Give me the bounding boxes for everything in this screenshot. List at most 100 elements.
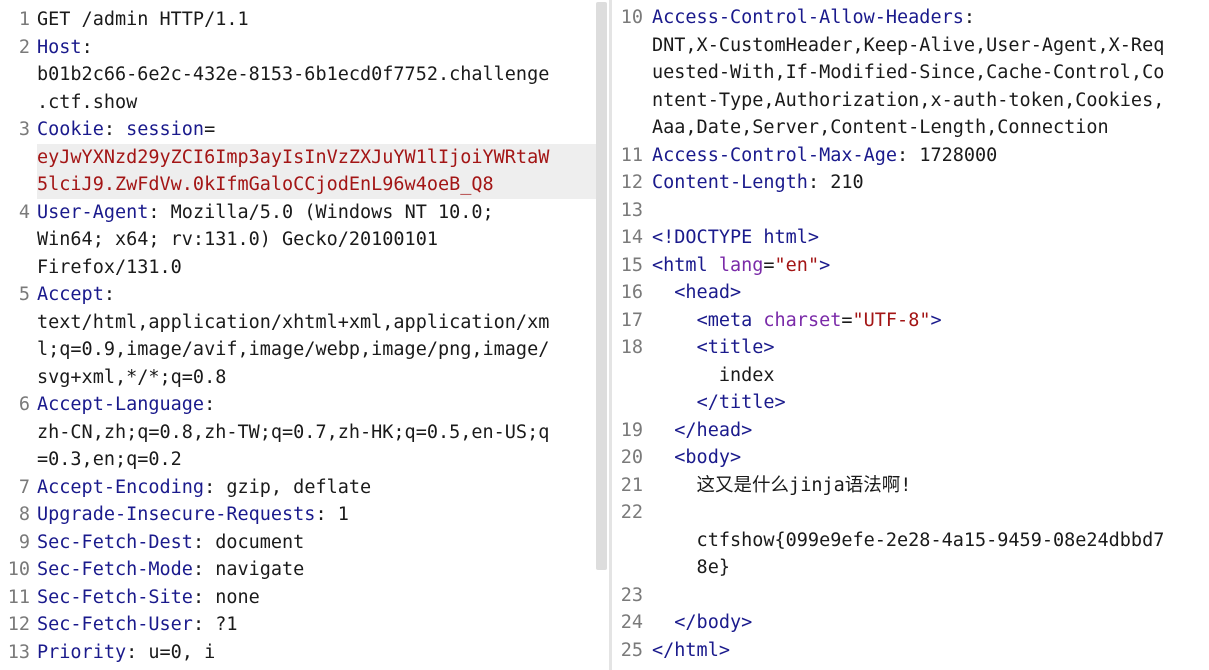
code-line[interactable]: <!DOCTYPE html>: [652, 224, 819, 252]
line-number: 8: [18, 504, 30, 525]
code-line[interactable]: svg+xml,*/*;q=0.8: [37, 364, 226, 392]
code-line[interactable]: Accept-Language:: [37, 391, 215, 419]
code-line[interactable]: <head>: [652, 279, 741, 307]
code-token: :: [81, 36, 93, 58]
code-line[interactable]: GET /admin HTTP/1.1: [37, 6, 249, 34]
code-line[interactable]: Priority: u=0, i: [37, 639, 215, 667]
header-name: Accept: [37, 284, 104, 305]
header-name: Accept-Encoding: [37, 476, 205, 498]
code-token: :: [963, 7, 976, 28]
code-line[interactable]: 5lciJ9.ZwFdVw.0kIfmGaloCCjodEnL96w4oeB_Q…: [37, 171, 596, 199]
code-line[interactable]: zh-CN,zh;q=0.8,zh-TW;q=0.7,zh-HK;q=0.5,e…: [37, 419, 549, 447]
code-line[interactable]: <title>: [652, 334, 775, 362]
line-number: 6: [18, 394, 30, 415]
line-number: 24: [620, 612, 643, 633]
code-token: b01b2c66-6e2c-432e-8153-6b1ecd0f7752.cha…: [37, 64, 550, 85]
code-line[interactable]: Upgrade-Insecure-Requests: 1: [37, 501, 349, 529]
code-token: DNT,X-CustomHeader,Keep-Alive,User-Agent…: [652, 34, 1165, 56]
header-name: Sec-Fetch-User: [37, 614, 193, 635]
code-line[interactable]: </html>: [652, 637, 730, 665]
code-line[interactable]: ctfshow{099e9efe-2e28-4a15-9459-08e24dbb…: [652, 527, 1165, 555]
line-number: 12: [7, 614, 30, 635]
code-line[interactable]: 8e}: [652, 554, 730, 582]
code-line[interactable]: </head>: [652, 417, 752, 445]
code-line[interactable]: Aaa,Date,Server,Content-Length,Connectio…: [652, 114, 1109, 142]
header-name: Accept-Language: [37, 394, 205, 415]
header-name: Upgrade-Insecure-Requests: [37, 504, 316, 525]
code-token: charset: [763, 309, 842, 331]
line-number: 9: [18, 531, 30, 553]
code-line[interactable]: .ctf.show: [37, 89, 137, 117]
code-line[interactable]: =0.3,en;q=0.2: [37, 446, 182, 474]
code-line[interactable]: Content-Length: 210: [652, 169, 864, 197]
code-line[interactable]: Accept-Encoding: gzip, deflate: [37, 474, 371, 502]
code-line[interactable]: index: [652, 362, 775, 390]
code-line[interactable]: Access-Control-Max-Age: 1728000: [652, 142, 997, 170]
code-line[interactable]: <meta charset="UTF-8">: [652, 307, 942, 335]
code-token: GET /admin HTTP/1.1: [37, 9, 249, 30]
code-token: svg+xml,*/*;q=0.8: [37, 366, 227, 388]
code-line[interactable]: <html lang="en">: [652, 252, 830, 280]
line-number: 5: [18, 284, 30, 305]
line-number: 2: [18, 36, 30, 58]
code-line[interactable]: Host:: [37, 34, 93, 62]
code-line[interactable]: 这又是什么jinja语法啊!: [652, 472, 912, 500]
code-line[interactable]: b01b2c66-6e2c-432e-8153-6b1ecd0f7752.cha…: [37, 61, 549, 89]
code-line[interactable]: </body>: [652, 609, 752, 637]
code-token: l;q=0.9,image/avif,image/webp,image/png,…: [37, 339, 550, 360]
code-line[interactable]: Accept:: [37, 281, 115, 309]
code-line[interactable]: eyJwYXNzd29yZCI6Imp3ayIsInVzZXJuYW1lIjoi…: [37, 143, 596, 171]
code-token: zh-CN,zh;q=0.8,zh-TW;q=0.7,zh-HK;q=0.5,e…: [37, 421, 550, 443]
code-token: Firefox/131.0: [37, 256, 182, 278]
code-line[interactable]: Cookie: session=: [37, 116, 215, 144]
code-line[interactable]: Sec-Fetch-Dest: document: [37, 529, 304, 557]
code-token: : navigate: [192, 559, 305, 580]
line-number: 13: [7, 641, 30, 663]
code-token: </head>: [674, 419, 753, 441]
header-name: Sec-Fetch-Dest: [37, 531, 193, 553]
code-line[interactable]: Sec-Fetch-Mode: navigate: [37, 556, 304, 584]
header-name: User-Agent: [37, 201, 149, 223]
code-token: :: [103, 119, 127, 140]
code-line[interactable]: ntent-Type,Authorization,x-auth-token,Co…: [652, 87, 1164, 115]
code-token: lang: [718, 254, 764, 276]
code-line[interactable]: <body>: [652, 444, 741, 472]
code-line[interactable]: </title>: [652, 389, 786, 417]
line-number: 14: [620, 227, 643, 248]
code-line[interactable]: l;q=0.9,image/avif,image/webp,image/png,…: [37, 336, 549, 364]
code-line[interactable]: DNT,X-CustomHeader,Keep-Alive,User-Agent…: [652, 32, 1164, 60]
line-number: 19: [620, 419, 643, 441]
line-number: 16: [620, 282, 643, 303]
code-line[interactable]: User-Agent: Mozilla/5.0 (Windows NT 10.0…: [37, 199, 494, 227]
code-line[interactable]: Access-Control-Allow-Headers:: [652, 4, 975, 32]
line-number: 11: [7, 586, 30, 608]
code-line[interactable]: Win64; x64; rv:131.0) Gecko/20100101: [37, 226, 438, 254]
code-token: Aaa,Date,Server,Content-Length,Connectio…: [652, 117, 1109, 138]
line-number: 22: [620, 502, 643, 523]
line-number: 3: [18, 119, 30, 140]
code-token: 这又是什么jinja语法啊!: [652, 474, 912, 496]
code-token: .ctf.show: [37, 91, 138, 113]
code-token: : none: [192, 586, 260, 608]
code-line[interactable]: Firefox/131.0: [37, 254, 182, 282]
code-token: "en": [774, 254, 820, 276]
request-scrollbar[interactable]: [596, 2, 607, 570]
code-line[interactable]: uested-With,If-Modified-Since,Cache-Cont…: [652, 59, 1164, 87]
code-line[interactable]: text/html,application/xhtml+xml,applicat…: [37, 309, 549, 337]
line-number: 15: [620, 254, 643, 276]
line-number: 4: [18, 201, 30, 223]
response-editor-pane[interactable]: 10 Access-Control-Allow-Headers: DNT,X-Cus…: [612, 0, 1209, 670]
request-editor-pane[interactable]: 1 GET /admin HTTP/1.1 2 Host: b01b2c66-6e2c-…: [0, 0, 610, 670]
code-token: : u=0, i: [126, 641, 216, 663]
code-token: <title>: [696, 337, 775, 358]
code-line[interactable]: Sec-Fetch-Site: none: [37, 584, 260, 612]
code-token: : 1728000: [897, 144, 998, 166]
code-token: ctfshow{099e9efe-2e28-4a15-9459-08e24dbb…: [652, 529, 1165, 551]
code-line[interactable]: Sec-Fetch-User: ?1: [37, 611, 238, 639]
line-number: 7: [18, 476, 30, 498]
